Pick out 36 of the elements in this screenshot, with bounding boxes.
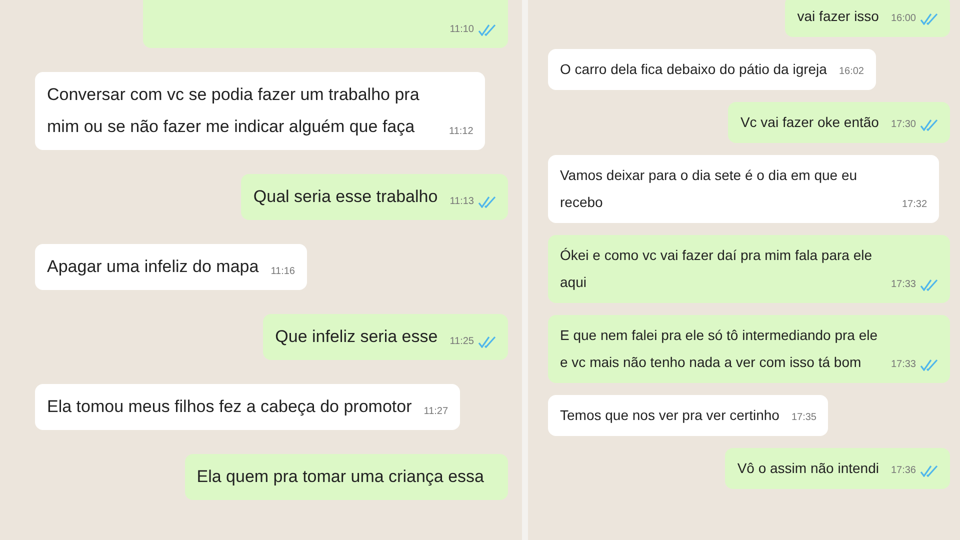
double-check-icon (478, 336, 496, 348)
message-text: Ela tomou meus filhos fez a cabeça do promotor (47, 396, 412, 418)
double-check-icon (920, 464, 938, 476)
double-check-icon (920, 12, 938, 24)
message-time: 17:32 (902, 198, 928, 212)
double-check-icon (478, 24, 496, 36)
double-check-icon (920, 278, 938, 290)
message-time: 17:35 (791, 411, 816, 425)
message-time: 11:13 (450, 195, 474, 209)
message-text: vai fazer isso (797, 7, 879, 26)
message-text: Apagar uma infeliz do mapa (47, 256, 259, 278)
message-text: Temos que nos ver pra ver certinho (560, 406, 780, 425)
message-text: O carro dela fica debaixo do pátio da igreja (560, 60, 827, 79)
message-time: 16:00 (890, 12, 916, 26)
double-check-icon (478, 196, 496, 208)
message-time: 11:12 (449, 125, 474, 139)
message-time: 17:36 (890, 464, 916, 478)
message-text: Vamos deixar para o dia sete é o dia em que eu recebo (560, 166, 858, 212)
message-text: Ela quem pra tomar uma criança essa (196, 466, 484, 488)
message-time: 11:10 (450, 23, 474, 37)
message-text: Qual seria esse trabalho (253, 186, 438, 208)
message-text: E que nem falei pra ele só tô intermediando pra ele e vc mais não tenho nada a ver com isso tá bom (560, 326, 879, 372)
double-check-icon (920, 118, 938, 130)
message-time: 11:16 (270, 265, 295, 279)
message-text: Vô o assim não intendi (737, 459, 879, 478)
message-time: 11:27 (424, 405, 448, 419)
message-text: Ókei e como vc vai fazer daí pra mim fala para ele aqui (560, 246, 874, 292)
message-text: Conversar com vc se podia fazer um trabalho pra mim ou se não fazer me indicar alguém que faça (47, 84, 420, 138)
message-time: 17:33 (890, 278, 916, 292)
message-time: 11:25 (450, 335, 474, 349)
message-text: Vc vai fazer oke então (740, 113, 879, 132)
double-check-icon (920, 358, 938, 370)
message-text: Que infeliz seria esse (275, 326, 438, 348)
message-time: 17:30 (890, 118, 916, 132)
message-time: 16:02 (838, 65, 864, 79)
message-time: 17:33 (890, 358, 916, 372)
